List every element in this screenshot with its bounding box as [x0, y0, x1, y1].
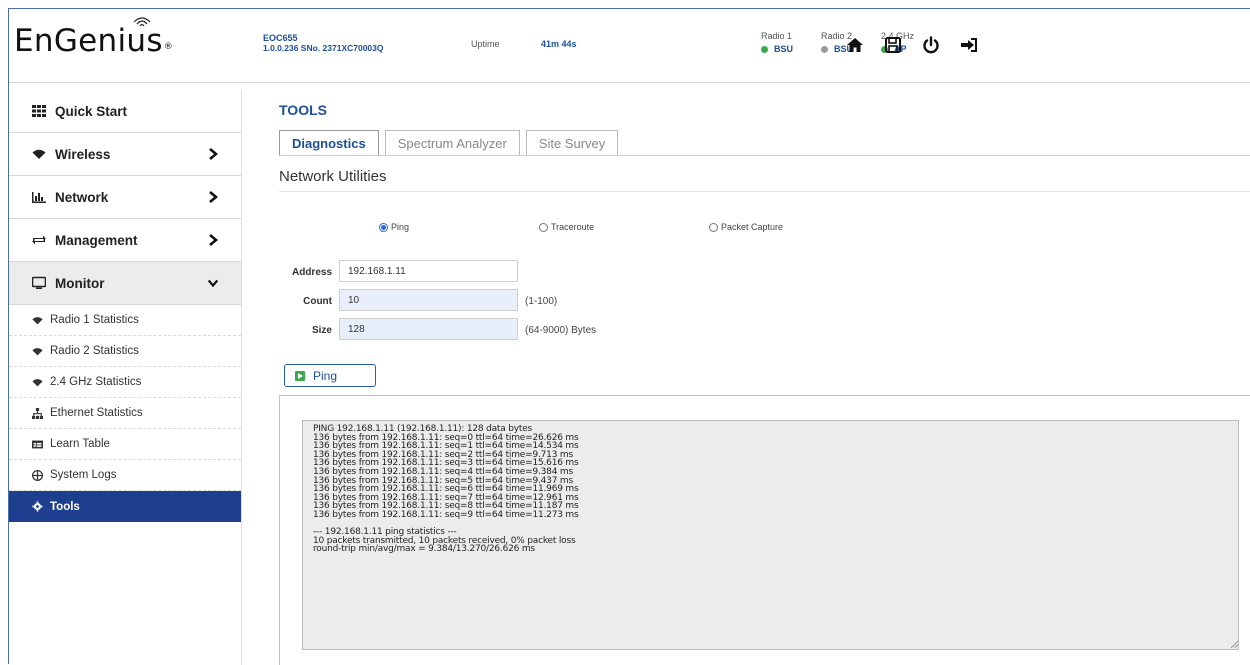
radio-ping-label: Ping [391, 222, 410, 232]
sitemap-icon [32, 407, 43, 419]
power-icon[interactable] [921, 35, 941, 55]
wifi-icon [32, 316, 43, 324]
tab-site-survey[interactable]: Site Survey [525, 130, 619, 156]
table-icon [32, 440, 43, 448]
gear-icon [32, 501, 43, 512]
address-label: Address [291, 267, 332, 278]
app-frame: EnGenius® EOC655 1.0.0.236 SNo. 2371XC70… [8, 8, 1250, 665]
ping-button[interactable]: Ping [284, 364, 376, 387]
sidebar: Quick Start Wireless Network Management … [9, 90, 242, 665]
sidebar-item-ethernet-statistics[interactable]: Ethernet Statistics [9, 398, 241, 429]
sidebar-item-radio-2-statistics[interactable]: Radio 2 Statistics [9, 336, 241, 367]
radio-traceroute[interactable]: Traceroute [539, 222, 594, 232]
section-title: Network Utilities [279, 168, 387, 185]
firmware-serial: 1.0.0.236 SNo. 2371XC70003Q [263, 43, 384, 53]
radio-1-status: Radio 1 BSU [761, 31, 793, 54]
wifi-icon [32, 378, 43, 386]
exchange-icon [32, 235, 46, 245]
sidebar-item-label: Radio 1 Statistics [50, 314, 139, 326]
wifi-wave-icon [133, 17, 151, 27]
page-title: TOOLS [279, 102, 327, 118]
chevron-down-icon [207, 279, 219, 288]
sidebar-item-system-logs[interactable]: System Logs [9, 460, 241, 491]
sidebar-item-label: Wireless [55, 146, 111, 162]
save-icon[interactable] [883, 35, 903, 55]
sidebar-item-label: Ethernet Statistics [50, 407, 143, 419]
sidebar-item-label: Management [55, 232, 138, 248]
sidebar-item-label: 2.4 GHz Statistics [50, 376, 142, 388]
sidebar-item-label: System Logs [50, 469, 117, 481]
sidebar-item-network[interactable]: Network [9, 176, 241, 219]
main-content: TOOLS Diagnostics Spectrum Analyzer Site… [242, 90, 1250, 665]
sidebar-item-label: Network [55, 189, 109, 205]
radio-button-selected[interactable] [379, 222, 388, 232]
status-dot [761, 45, 768, 53]
uptime-value: 41m 44s [541, 39, 577, 49]
size-field[interactable]: 128 [339, 318, 518, 340]
sidebar-item-wireless[interactable]: Wireless [9, 133, 241, 176]
section-divider [279, 191, 1250, 192]
chart-icon [32, 192, 46, 203]
radio-button[interactable] [709, 222, 718, 232]
logout-icon[interactable] [959, 35, 979, 55]
radio-button[interactable] [539, 222, 548, 232]
sidebar-item-label: Tools [50, 500, 80, 513]
monitor-icon [32, 276, 46, 289]
resize-handle-icon[interactable] [1231, 641, 1238, 648]
output-panel: PING 192.168.1.11 (192.168.1.11): 128 da… [279, 395, 1250, 665]
count-hint: (1-100) [525, 296, 558, 307]
header-actions [845, 35, 979, 55]
chevron-right-icon [209, 191, 219, 203]
sidebar-item-tools[interactable]: Tools [9, 491, 241, 522]
ping-button-label: Ping [313, 368, 338, 383]
grid-icon [32, 105, 46, 117]
tab-diagnostics[interactable]: Diagnostics [279, 130, 379, 156]
sidebar-item-label: Quick Start [55, 103, 128, 119]
sidebar-item-learn-table[interactable]: Learn Table [9, 429, 241, 460]
sidebar-item-monitor[interactable]: Monitor [9, 262, 241, 305]
tab-bar: Diagnostics Spectrum Analyzer Site Surve… [279, 130, 619, 156]
sidebar-item-quick-start[interactable]: Quick Start [9, 90, 241, 133]
radio-1-label: Radio 1 [761, 31, 793, 41]
address-field[interactable]: 192.168.1.11 [339, 260, 518, 282]
wifi-icon [32, 347, 43, 355]
sidebar-item-radio-1-statistics[interactable]: Radio 1 Statistics [9, 305, 241, 336]
count-label: Count [303, 296, 332, 307]
radio-traceroute-label: Traceroute [551, 222, 595, 232]
wifi-icon [32, 149, 46, 159]
radio-ping[interactable]: Ping [379, 222, 409, 232]
radio-packet-capture[interactable]: Packet Capture [709, 222, 783, 232]
play-icon [295, 370, 305, 381]
radio-1-mode: BSU [774, 44, 794, 54]
size-label: Size [311, 325, 332, 336]
engenius-logo: EnGenius® [14, 23, 174, 59]
radio-packet-capture-label: Packet Capture [721, 222, 784, 232]
globe-icon [32, 469, 43, 481]
top-header: EnGenius® EOC655 1.0.0.236 SNo. 2371XC70… [9, 9, 1250, 83]
sidebar-item-label: Radio 2 Statistics [50, 345, 139, 357]
ping-output-textarea[interactable]: PING 192.168.1.11 (192.168.1.11): 128 da… [302, 420, 1239, 650]
count-field[interactable]: 10 [339, 289, 518, 311]
home-icon[interactable] [845, 35, 865, 55]
sidebar-item-management[interactable]: Management [9, 219, 241, 262]
uptime-label: Uptime [471, 39, 500, 49]
chevron-right-icon [209, 234, 219, 246]
tab-divider [279, 155, 1250, 156]
chevron-right-icon [209, 148, 219, 160]
sidebar-item-label: Monitor [55, 275, 105, 291]
sidebar-item-label: Learn Table [50, 438, 110, 450]
tab-spectrum-analyzer[interactable]: Spectrum Analyzer [384, 130, 520, 156]
device-model: EOC655 [263, 33, 298, 43]
sidebar-item-24ghz-statistics[interactable]: 2.4 GHz Statistics [9, 367, 241, 398]
size-hint: (64-9000) Bytes [525, 325, 597, 336]
status-dot [821, 45, 828, 53]
